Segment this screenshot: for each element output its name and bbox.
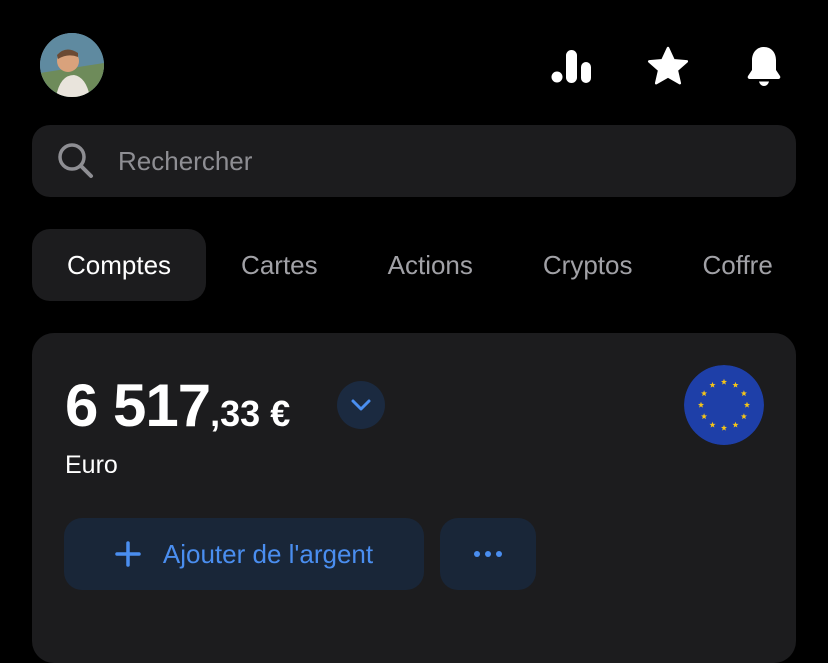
search-input[interactable] xyxy=(116,144,720,178)
plus-icon xyxy=(115,541,141,567)
eu-flag-icon xyxy=(684,365,764,445)
account-card[interactable]: 6 517 ,33 € Euro Ajouter de l'argent xyxy=(32,333,796,663)
more-options-button[interactable] xyxy=(440,518,536,590)
account-dropdown-button[interactable] xyxy=(337,381,385,429)
add-money-button[interactable]: Ajouter de l'argent xyxy=(64,518,424,590)
stats-icon[interactable] xyxy=(550,44,594,88)
avatar-image xyxy=(40,33,104,97)
tab-coffre[interactable]: Coffre xyxy=(667,229,807,301)
tab-cryptos[interactable]: Cryptos xyxy=(508,229,668,301)
currency-symbol: € xyxy=(270,393,291,434)
search-icon xyxy=(56,141,96,181)
tab-actions[interactable]: Actions xyxy=(353,229,508,301)
search-bar[interactable] xyxy=(32,125,796,197)
bell-icon[interactable] xyxy=(742,44,786,88)
star-icon[interactable] xyxy=(646,44,690,88)
tab-cartes[interactable]: Cartes xyxy=(206,229,353,301)
chevron-down-icon xyxy=(351,399,371,411)
balance-decimal: ,33 xyxy=(210,393,261,434)
more-icon xyxy=(474,551,502,557)
add-money-label: Ajouter de l'argent xyxy=(162,538,374,569)
account-balance: 6 517 ,33 € xyxy=(65,371,290,440)
balance-integer: 6 517 xyxy=(65,372,211,439)
currency-name: Euro xyxy=(65,451,118,479)
tab-comptes[interactable]: Comptes xyxy=(32,229,207,301)
category-tabs: Comptes Cartes Actions Cryptos Coffre xyxy=(32,229,828,301)
profile-avatar[interactable] xyxy=(40,33,104,97)
